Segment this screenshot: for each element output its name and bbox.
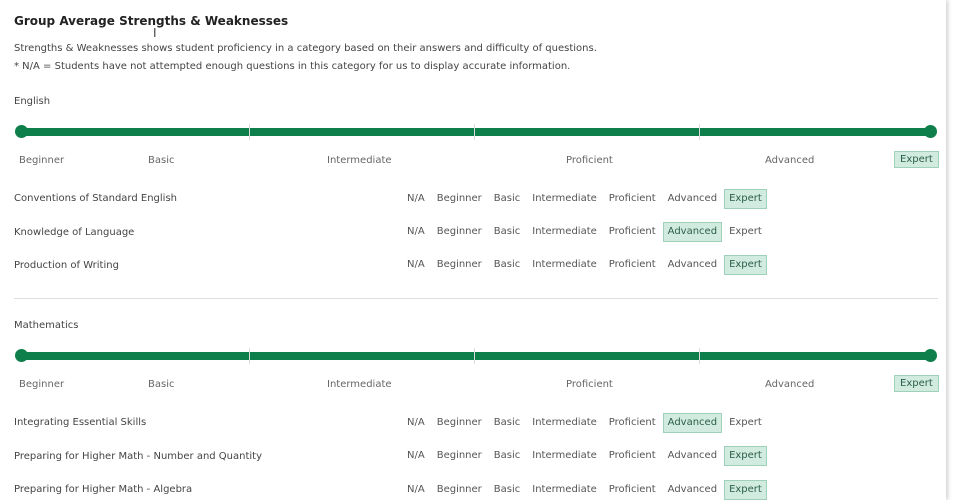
level-beginner: Beginner (436, 417, 482, 428)
level-advanced: Advanced (667, 193, 718, 204)
level-beginner: Beginner (436, 450, 482, 461)
level-advanced-highlighted: Advanced (662, 413, 723, 433)
scale-tick (474, 348, 475, 364)
scale-start-dot (15, 349, 28, 362)
category-levels-row: N/A Beginner Basic Intermediate Proficie… (402, 446, 769, 466)
scale-label-intermediate: Intermediate (327, 155, 392, 166)
scale-bar (21, 352, 931, 360)
level-na: N/A (407, 417, 425, 428)
level-beginner: Beginner (436, 259, 482, 270)
level-basic: Basic (493, 450, 521, 461)
level-proficient: Proficient (608, 226, 656, 237)
category-label: Production of Writing (14, 260, 119, 271)
level-na: N/A (407, 450, 425, 461)
level-proficient: Proficient (608, 484, 656, 495)
scale-start-dot (15, 125, 28, 138)
level-proficient: Proficient (608, 193, 656, 204)
category-label: Knowledge of Language (14, 227, 135, 238)
scale-label-proficient: Proficient (566, 155, 613, 166)
category-label: Integrating Essential Skills (14, 417, 147, 428)
level-proficient: Proficient (608, 259, 656, 270)
scale-tick (699, 124, 700, 140)
scale-label-basic: Basic (148, 379, 175, 390)
na-note: * N/A = Students have not attempted enou… (14, 61, 571, 72)
proficiency-scale-english (15, 124, 937, 140)
level-beginner: Beginner (436, 484, 482, 495)
scale-bar (21, 128, 931, 136)
level-advanced-highlighted: Advanced (662, 222, 723, 242)
level-na: N/A (407, 259, 425, 270)
level-expert: Expert (729, 417, 762, 428)
scale-tick (249, 124, 250, 140)
level-intermediate: Intermediate (532, 226, 597, 237)
level-advanced: Advanced (667, 484, 718, 495)
category-levels-row: N/A Beginner Basic Intermediate Proficie… (402, 413, 769, 433)
level-basic: Basic (493, 259, 521, 270)
category-label: Conventions of Standard English (14, 193, 177, 204)
level-intermediate: Intermediate (532, 417, 597, 428)
level-advanced: Advanced (667, 259, 718, 270)
level-intermediate: Intermediate (532, 259, 597, 270)
scale-end-dot (924, 349, 937, 362)
level-expert-highlighted: Expert (724, 189, 767, 209)
scale-tick (699, 348, 700, 364)
level-intermediate: Intermediate (532, 193, 597, 204)
description-text: Strengths & Weaknesses shows student pro… (14, 43, 597, 54)
level-proficient: Proficient (608, 417, 656, 428)
proficiency-scale-mathematics (15, 348, 937, 364)
level-expert-highlighted: Expert (724, 480, 767, 500)
category-levels-row: N/A Beginner Basic Intermediate Proficie… (402, 189, 769, 209)
category-levels-row: N/A Beginner Basic Intermediate Proficie… (402, 222, 769, 242)
level-expert-highlighted: Expert (724, 446, 767, 466)
scale-label-advanced: Advanced (765, 155, 815, 166)
level-beginner: Beginner (436, 226, 482, 237)
scale-label-beginner: Beginner (19, 155, 65, 166)
level-na: N/A (407, 193, 425, 204)
strengths-weaknesses-panel: Group Average Strengths & Weaknesses I S… (0, 0, 946, 500)
scale-label-basic: Basic (148, 155, 175, 166)
page-title: Group Average Strengths & Weaknesses (14, 14, 289, 28)
level-expert-highlighted: Expert (724, 255, 767, 275)
level-proficient: Proficient (608, 450, 656, 461)
subject-title-english: English (14, 96, 51, 107)
scale-label-advanced: Advanced (765, 379, 815, 390)
scale-label-proficient: Proficient (566, 379, 613, 390)
level-basic: Basic (493, 417, 521, 428)
scale-label-expert-highlighted: Expert (894, 375, 939, 392)
level-intermediate: Intermediate (532, 450, 597, 461)
level-expert: Expert (729, 226, 762, 237)
level-basic: Basic (493, 484, 521, 495)
category-label: Preparing for Higher Math - Number and Q… (14, 451, 263, 462)
level-advanced: Advanced (667, 450, 718, 461)
scale-label-beginner: Beginner (19, 379, 65, 390)
level-beginner: Beginner (436, 193, 482, 204)
text-cursor-icon: I (153, 26, 157, 40)
level-basic: Basic (493, 226, 521, 237)
scale-end-dot (924, 125, 937, 138)
category-label: Preparing for Higher Math - Algebra (14, 484, 193, 495)
category-levels-row: N/A Beginner Basic Intermediate Proficie… (402, 480, 769, 500)
level-basic: Basic (493, 193, 521, 204)
scale-label-intermediate: Intermediate (327, 379, 392, 390)
level-na: N/A (407, 484, 425, 495)
category-levels-row: N/A Beginner Basic Intermediate Proficie… (402, 255, 769, 275)
section-divider (14, 298, 938, 299)
level-intermediate: Intermediate (532, 484, 597, 495)
subject-title-mathematics: Mathematics (14, 320, 79, 331)
scale-tick (474, 124, 475, 140)
scale-label-expert-highlighted: Expert (894, 151, 939, 168)
level-na: N/A (407, 226, 425, 237)
scale-tick (249, 348, 250, 364)
